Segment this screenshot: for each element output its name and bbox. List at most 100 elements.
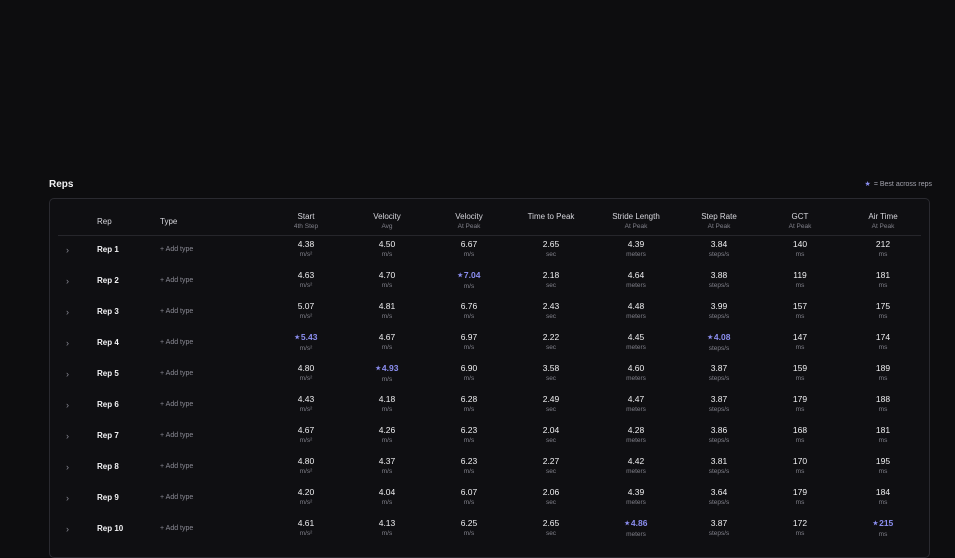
cell-value: ★4.86 [596,518,676,530]
chevron-right-icon[interactable]: › [66,338,69,348]
value-text: 4.81 [378,301,396,311]
cell-value: 159 [760,363,840,374]
value-text: 168 [792,425,808,435]
cell-value: ★215 [843,518,923,530]
chevron-right-icon[interactable]: › [66,462,69,472]
cell-step_rate: 3.87 steps/s [679,518,759,538]
value-text: 3.87 [710,518,728,528]
add-type-button[interactable]: + Add type [160,308,193,315]
cell-vel_peak: 6.76 m/s [429,301,509,321]
cell-unit: m/s² [299,499,313,506]
header-subtitle: At Peak [707,223,731,230]
cell-vel_peak: 6.23 m/s [429,456,509,476]
cell-unit: m/s [463,530,475,537]
cell-value: 157 [760,301,840,312]
cell-step_rate: 3.99 steps/s [679,301,759,321]
value-text: 3.99 [710,301,728,311]
value-text: 4.37 [378,456,396,466]
rep-label: Rep 4 [97,338,119,347]
value-text: 4.28 [627,425,645,435]
add-type-button[interactable]: + Add type [160,246,193,253]
add-type-button[interactable]: + Add type [160,432,193,439]
add-type-button[interactable]: + Add type [160,401,193,408]
cell-value: 3.86 [679,425,759,436]
cell-step_rate: 3.88 steps/s [679,270,759,290]
header-stride[interactable]: Stride Length At Peak [596,212,676,231]
cell-unit: ms [878,406,888,413]
cell-stride: 4.47 meters [596,394,676,414]
table-row[interactable]: › Rep 8 + Add type 4.80 m/s² 4.37 m/s 6.23 m/s 2.… [50,456,929,487]
value-text: 4.20 [297,487,315,497]
table-row[interactable]: › Rep 5 + Add type 4.80 m/s² ★4.93 m/s 6.90 m/s 3… [50,363,929,394]
cell-value: 4.13 [347,518,427,529]
header-gct[interactable]: GCT At Peak [760,212,840,231]
cell-unit: m/s² [299,251,313,258]
header-start[interactable]: Start 4th Step [266,212,346,231]
cell-unit: meters [626,531,646,538]
cell-unit: steps/s [708,437,730,444]
chevron-right-icon[interactable]: › [66,369,69,379]
cell-unit: steps/s [708,282,730,289]
add-type-button[interactable]: + Add type [160,370,193,377]
add-type-button[interactable]: + Add type [160,339,193,346]
cell-value: 179 [760,394,840,405]
header-vel_avg[interactable]: Velocity Avg [347,212,427,231]
cell-value: 174 [843,332,923,343]
cell-vel_avg: 4.50 m/s [347,239,427,259]
header-step_rate[interactable]: Step Rate At Peak [679,212,759,231]
value-text: 6.76 [460,301,478,311]
value-text: 2.22 [542,332,560,342]
add-type-button[interactable]: + Add type [160,277,193,284]
table-row[interactable]: › Rep 6 + Add type 4.43 m/s² 4.18 m/s 6.28 m/s 2.… [50,394,929,425]
table-row[interactable]: › Rep 1 + Add type 4.38 m/s² 4.50 m/s 6.67 m/s 2.… [50,239,929,270]
chevron-right-icon[interactable]: › [66,493,69,503]
reps-table: Rep Type Start 4th Step Velocity Avg Velocit… [49,198,930,558]
cell-step_rate: ★4.08 steps/s [679,332,759,353]
cell-vel_avg: 4.81 m/s [347,301,427,321]
cell-value: 168 [760,425,840,436]
best-legend: ★ = Best across reps [865,180,932,189]
value-text: 6.67 [460,239,478,249]
cell-unit: ms [878,531,888,538]
add-type-button[interactable]: + Add type [160,463,193,470]
cell-gct: 119 ms [760,270,840,290]
cell-value: 4.67 [266,425,346,436]
table-row[interactable]: › Rep 10 + Add type 4.61 m/s² 4.13 m/s 6.25 m/s 2… [50,518,929,549]
value-text: 179 [792,487,808,497]
cell-unit: m/s [463,499,475,506]
header-ttp[interactable]: Time to Peak [511,212,591,222]
chevron-right-icon[interactable]: › [66,431,69,441]
cell-value: 4.63 [266,270,346,281]
cell-unit: meters [626,375,646,382]
cell-unit: sec [545,344,557,351]
chevron-right-icon[interactable]: › [66,524,69,534]
cell-value: 5.07 [266,301,346,312]
cell-vel_avg: 4.67 m/s [347,332,427,352]
add-type-button[interactable]: + Add type [160,494,193,501]
table-row[interactable]: › Rep 9 + Add type 4.20 m/s² 4.04 m/s 6.07 m/s 2.… [50,487,929,518]
chevron-right-icon[interactable]: › [66,400,69,410]
table-row[interactable]: › Rep 2 + Add type 4.63 m/s² 4.70 m/s ★7.04 m/s 2… [50,270,929,301]
cell-ttp: 2.18 sec [511,270,591,290]
chevron-right-icon[interactable]: › [66,307,69,317]
header-title: Step Rate [701,212,737,221]
header-vel_peak[interactable]: Velocity At Peak [429,212,509,231]
table-row[interactable]: › Rep 4 + Add type ★5.43 m/s² 4.67 m/s 6.97 m/s 2… [50,332,929,363]
cell-stride: 4.48 meters [596,301,676,321]
table-row[interactable]: › Rep 3 + Add type 5.07 m/s² 4.81 m/s 6.76 m/s 2.… [50,301,929,332]
header-air[interactable]: Air Time At Peak [843,212,923,231]
value-text: 4.67 [297,425,315,435]
chevron-right-icon[interactable]: › [66,276,69,286]
chevron-right-icon[interactable]: › [66,245,69,255]
cell-value: 4.81 [347,301,427,312]
value-text: 4.43 [297,394,315,404]
cell-vel_avg: 4.70 m/s [347,270,427,290]
cell-gct: 140 ms [760,239,840,259]
cell-value: 179 [760,487,840,498]
value-text: 5.43 [300,332,318,342]
add-type-button[interactable]: + Add type [160,525,193,532]
table-row[interactable]: › Rep 7 + Add type 4.67 m/s² 4.26 m/s 6.23 m/s 2.… [50,425,929,456]
cell-unit: m/s² [299,375,313,382]
value-text: 4.04 [378,487,396,497]
value-text: 4.08 [713,332,731,342]
